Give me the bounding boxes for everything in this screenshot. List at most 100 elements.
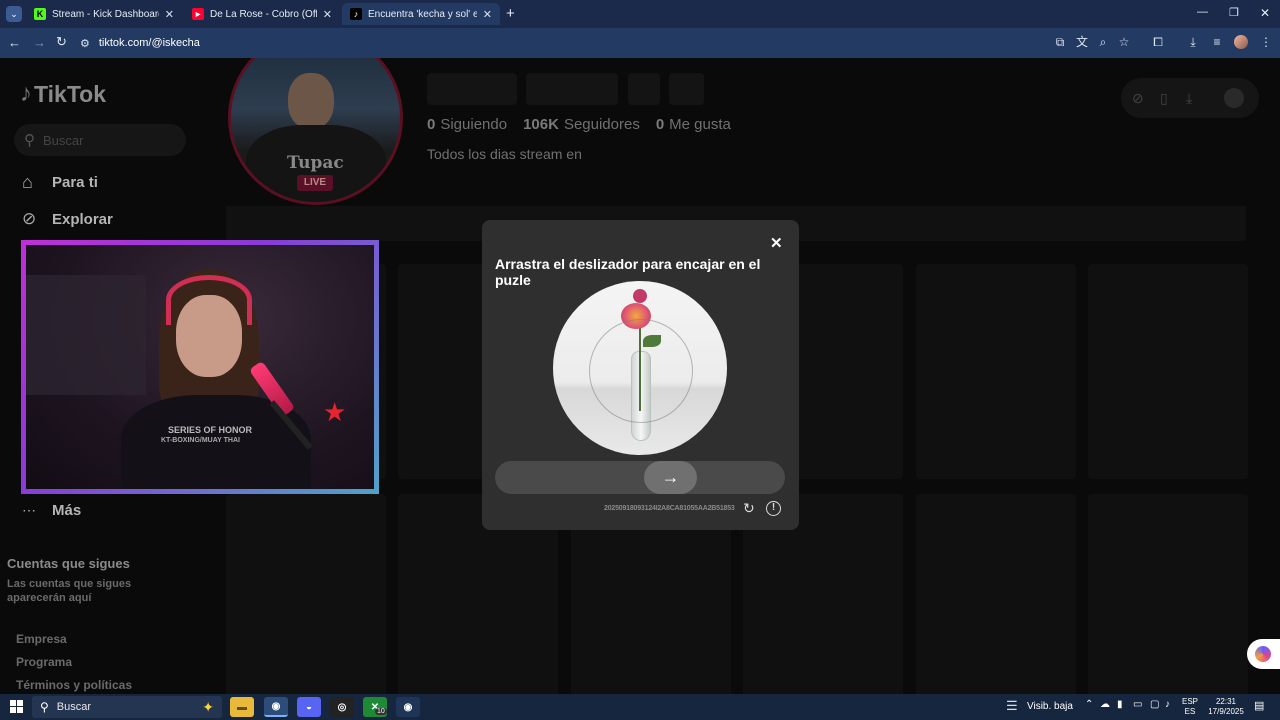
close-icon[interactable]: ✕ (770, 234, 783, 252)
close-icon[interactable]: ✕ (323, 8, 332, 21)
ai-assistant-button[interactable] (1247, 639, 1280, 669)
message-button[interactable] (669, 73, 704, 105)
browser-tab-bar: ⌄ K Stream - Kick Dashboard ✕ ▶ De La Ro… (0, 0, 1280, 28)
video-tile[interactable] (1088, 264, 1248, 479)
address-bar[interactable]: ⚙ tiktok.com/@iskecha (80, 33, 1040, 53)
info-icon[interactable]: ! (766, 501, 781, 516)
tab-title: De La Rose - Cobro (Official Vi (210, 8, 317, 20)
minimize-icon[interactable]: — (1197, 6, 1208, 18)
flower-bud (633, 289, 647, 303)
nav-for-you[interactable]: ⌂ Para ti (22, 172, 98, 193)
notifications-icon[interactable]: ▤ (1254, 699, 1264, 712)
weather-icon: ☰ (1006, 698, 1018, 713)
captcha-slider-handle[interactable]: → (644, 461, 697, 494)
brain-icon (1255, 646, 1271, 662)
forward-icon[interactable]: → (33, 35, 46, 50)
profile-avatar[interactable] (1234, 35, 1248, 49)
tiktok-icon: ♪ (350, 8, 362, 20)
language-indicator[interactable]: ESP ES (1182, 697, 1198, 717)
translate-icon[interactable]: 文 (1074, 34, 1090, 50)
site-info-icon[interactable]: ⚙ (80, 37, 90, 50)
following-description: Las cuentas que sigues aparecerán aquí (7, 578, 132, 604)
more-dots-icon: ⋯ (22, 502, 36, 518)
nav-more[interactable]: ⋯ Más (22, 502, 81, 519)
taskbar-search-text: Buscar (56, 701, 92, 713)
xbox-badge: 10 (375, 708, 387, 715)
media-icon[interactable]: ≡ (1209, 34, 1225, 50)
taskbar-search[interactable]: ⚲ Buscar ✦ (32, 696, 222, 718)
close-icon[interactable]: ✕ (483, 8, 492, 21)
nav-label: Más (52, 502, 82, 519)
captcha-puzzle-image (553, 281, 727, 455)
footer-program[interactable]: Programa (16, 655, 72, 669)
username-placeholder (427, 73, 517, 105)
user-avatar-icon[interactable] (1224, 88, 1244, 108)
tab-title: Stream - Kick Dashboard (52, 8, 159, 20)
download-icon[interactable]: ⤓ (1185, 34, 1201, 50)
following-count: 0 (427, 116, 436, 133)
weather-text[interactable]: Visib. baja (1027, 701, 1073, 712)
obs-icon[interactable]: ◎ (330, 697, 354, 717)
tray-chevron-icon[interactable]: ⌃ (1085, 699, 1093, 710)
video-tile[interactable] (916, 264, 1076, 479)
follow-button[interactable] (628, 73, 660, 105)
zoom-icon[interactable]: ⌕ (1095, 34, 1111, 50)
captcha-slider-track (495, 461, 785, 494)
microphone-icon[interactable]: ▮ (1117, 699, 1123, 710)
device-icon[interactable]: ▯ (1160, 90, 1168, 107)
explore-icon[interactable]: ⊘ (1132, 90, 1144, 107)
sparkle-icon: ✦ (202, 698, 214, 715)
webcam-feed: SERIES OF HONOR KT-BOXING/MUAY THAI ★ (26, 245, 374, 489)
back-icon[interactable]: ← (8, 35, 21, 50)
reload-icon[interactable]: ↻ (56, 34, 67, 50)
tab-search-button[interactable]: ⌄ (6, 6, 22, 22)
get-app-icon[interactable]: ⤓ (1186, 90, 1192, 107)
star-icon: ★ (323, 397, 347, 427)
extensions-icon[interactable]: ⧠ (1150, 34, 1166, 50)
install-app-icon[interactable]: ⧉ (1052, 34, 1068, 50)
tab-kick[interactable]: K Stream - Kick Dashboard ✕ (26, 3, 182, 25)
tiktok-logo[interactable]: ♪ TikTok (20, 80, 106, 108)
nav-explore[interactable]: ⊘ Explorar (22, 209, 113, 229)
video-tile[interactable] (916, 494, 1076, 694)
compass-icon: ⊘ (22, 209, 37, 228)
nav-label: Para ti (52, 174, 98, 191)
followers-count: 106K (523, 116, 559, 133)
file-explorer-icon[interactable]: ▬ (230, 697, 254, 717)
refresh-icon[interactable]: ↻ (743, 500, 755, 517)
youtube-icon: ▶ (192, 8, 204, 20)
chrome-icon[interactable]: ◉ (396, 697, 420, 717)
video-tile[interactable] (1088, 494, 1248, 694)
clock[interactable]: 22:31 17/9/2025 (1203, 697, 1249, 717)
windows-start-icon[interactable] (10, 700, 23, 713)
avatar-head (288, 73, 334, 129)
restore-icon[interactable]: ❐ (1229, 6, 1239, 19)
tab-youtube[interactable]: ▶ De La Rose - Cobro (Official Vi ✕ (184, 3, 340, 25)
puzzle-piece-outline (589, 319, 693, 423)
video-tile[interactable] (226, 494, 386, 694)
new-tab-icon[interactable]: + (506, 5, 515, 22)
search-input[interactable]: ⚲ Buscar (14, 124, 186, 156)
speaker-icon[interactable]: ♪ (1165, 699, 1170, 710)
network-icon[interactable]: ▭ (1133, 699, 1142, 710)
live-badge[interactable]: LIVE (297, 175, 333, 191)
followers-label[interactable]: Seguidores (564, 116, 640, 133)
tab-title: Encuentra 'kecha y sol' en TikTo (368, 8, 477, 20)
cloud-icon[interactable]: ☁ (1100, 699, 1110, 710)
chrome-icon[interactable]: ◉ (264, 697, 288, 717)
discord-icon[interactable]: ◒ (297, 697, 321, 717)
close-icon[interactable]: ✕ (165, 8, 174, 21)
battery-icon[interactable]: ▢ (1150, 699, 1159, 710)
close-window-icon[interactable]: ✕ (1260, 6, 1270, 20)
webcam-shirt-text-1: SERIES OF HONOR (168, 425, 253, 435)
following-label[interactable]: Siguiendo (440, 116, 507, 133)
footer-company[interactable]: Empresa (16, 632, 67, 646)
menu-dots-icon[interactable]: ⋮ (1258, 34, 1274, 50)
footer-terms[interactable]: Términos y políticas (16, 678, 132, 692)
profile-stats: 0 Siguiendo 106K Seguidores 0 Me gusta (427, 116, 731, 133)
lang-primary: ESP (1182, 697, 1199, 706)
tab-tiktok[interactable]: ♪ Encuentra 'kecha y sol' en TikTo ✕ (342, 3, 500, 25)
webcam-background (26, 275, 146, 395)
bookmark-star-icon[interactable]: ☆ (1116, 34, 1132, 50)
nickname-placeholder (526, 73, 618, 105)
